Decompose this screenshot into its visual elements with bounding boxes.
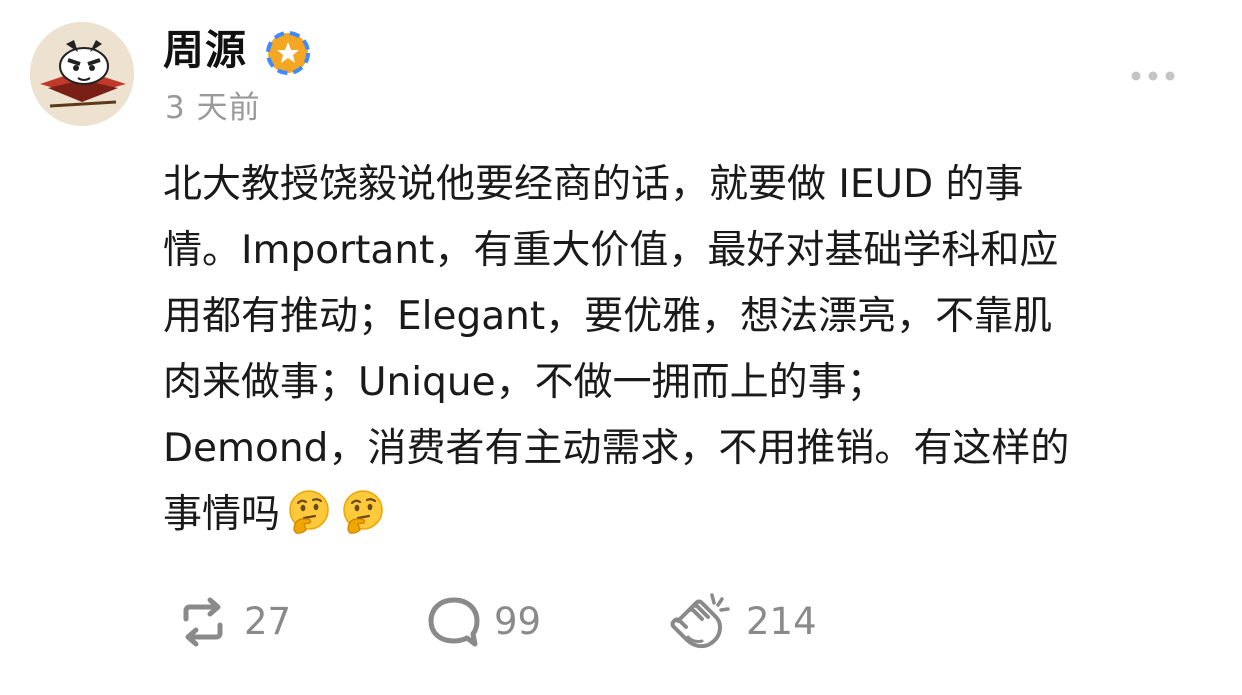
post-text-line: 肉来做事；Unique，不做一拥而上的事； [163,360,886,405]
avatar-illustration [30,22,134,126]
thinking-face-emoji [338,486,388,536]
more-options-button[interactable] [1122,58,1184,94]
post-text-line: 用都有推动；Elegant，要优雅，想法漂亮，不靠肌 [163,294,1053,339]
post-text-line: 北大教授饶毅说他要经商的话，就要做 IEUD 的事 [163,162,1024,207]
comment-count: 99 [494,600,542,643]
weibo-post-card: 周源 3 天前 北大教授饶毅说他要经商的话，就要做 IEUD 的事 情。Impo… [0,0,1242,695]
post-timestamp: 3 天前 [165,90,261,126]
thinking-face-emoji [284,486,334,536]
like-count: 214 [746,600,817,643]
post-text-line: 事情吗 [163,492,281,537]
clapping-hands-icon [668,591,734,653]
repost-count: 27 [244,600,292,643]
repost-icon [174,597,232,647]
repost-button[interactable]: 27 [174,592,291,652]
post-text: 北大教授饶毅说他要经商的话，就要做 IEUD 的事 情。Important，有重… [163,152,1213,548]
more-options-icon [1131,71,1175,81]
post-text-last-line: 事情吗 [163,482,1213,548]
comment-icon [426,595,482,649]
verified-badge-icon [262,27,314,79]
comment-button[interactable]: 99 [426,592,541,652]
author-name[interactable]: 周源 [163,24,247,76]
post-text-line: 情。Important，有重大价值，最好对基础学科和应 [163,228,1059,273]
post-text-line: Demond，消费者有主动需求，不用推销。有这样的 [163,426,1070,471]
like-button[interactable]: 214 [668,592,817,652]
author-avatar[interactable] [30,22,134,126]
